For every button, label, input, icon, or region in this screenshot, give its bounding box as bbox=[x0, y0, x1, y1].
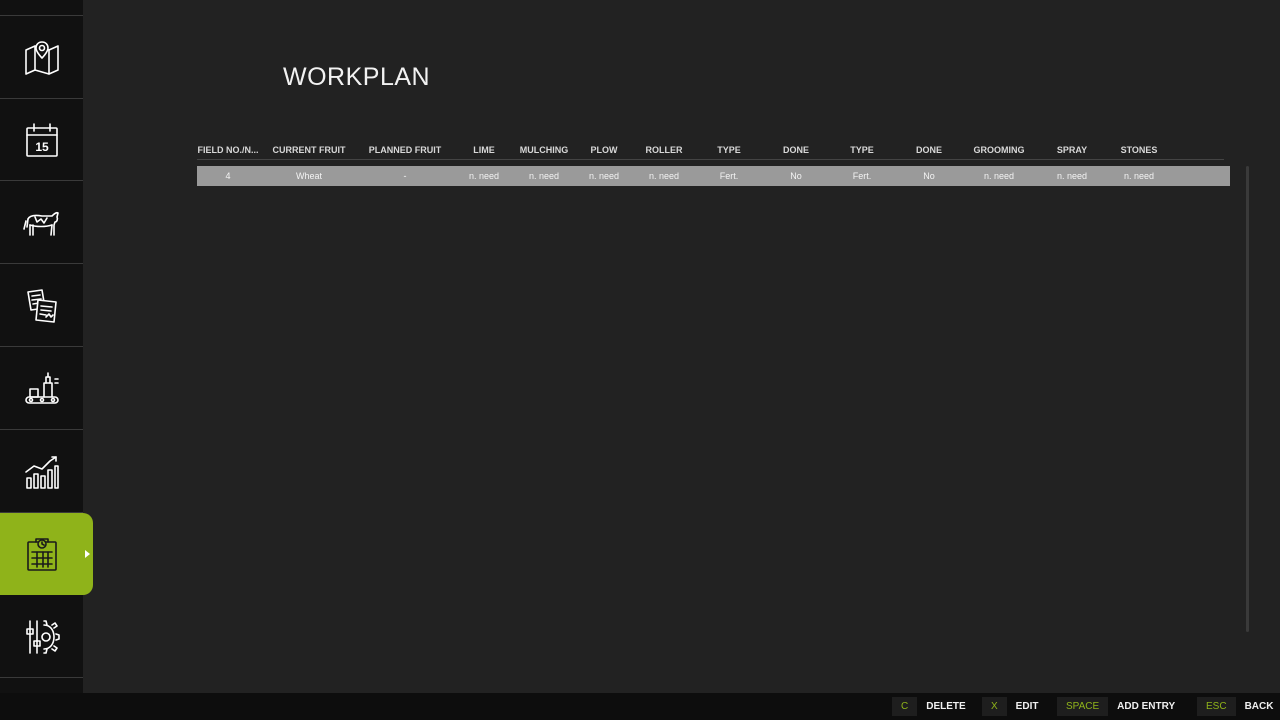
key-c: C bbox=[892, 697, 918, 716]
cell-roller: n. need bbox=[648, 171, 680, 181]
cell-planned-fruit: - bbox=[403, 171, 407, 181]
column-header-plow[interactable]: PLOW bbox=[591, 145, 618, 155]
sidebar-item-map[interactable] bbox=[0, 17, 83, 99]
svg-text:15: 15 bbox=[35, 140, 49, 154]
cell-field: 4 bbox=[225, 171, 231, 181]
column-header-field[interactable]: FIELD NO./N... bbox=[197, 145, 258, 155]
map-icon bbox=[24, 40, 59, 75]
page-title: WORKPLAN bbox=[283, 63, 431, 91]
active-tab-arrow-icon bbox=[85, 550, 90, 558]
edit-button[interactable]: X EDIT bbox=[982, 697, 1038, 716]
workplan-screen: 15 WORKPLAN FIELD NO./N... CURRENT FRUIT… bbox=[0, 0, 1280, 720]
sidebar-item-calendar[interactable]: 15 bbox=[0, 99, 83, 181]
sidebar-item-animals[interactable] bbox=[0, 182, 83, 264]
statistics-icon bbox=[24, 455, 59, 489]
sidebar-item-settings[interactable] bbox=[0, 596, 83, 678]
key-esc: ESC bbox=[1197, 697, 1236, 716]
delete-label: DELETE bbox=[926, 701, 966, 712]
column-header-lime[interactable]: LIME bbox=[473, 145, 495, 155]
sidebar-item-workplan[interactable] bbox=[0, 513, 83, 595]
back-label: BACK bbox=[1244, 701, 1274, 712]
sidebar-item-production[interactable] bbox=[0, 348, 83, 430]
column-header-current-fruit[interactable]: CURRENT FRUIT bbox=[273, 145, 346, 155]
cell-type-1: Fert. bbox=[719, 171, 739, 181]
cell-stones: n. need bbox=[1123, 171, 1155, 181]
add-entry-button[interactable]: SPACE ADD ENTRY bbox=[1057, 697, 1175, 716]
cow-icon bbox=[22, 211, 59, 236]
column-header-spray[interactable]: SPRAY bbox=[1057, 145, 1087, 155]
back-button[interactable]: ESC BACK bbox=[1197, 697, 1273, 716]
production-icon bbox=[24, 371, 59, 404]
add-entry-label: ADD ENTRY bbox=[1117, 701, 1176, 712]
input-hint-bar: C DELETE X EDIT SPACE ADD ENTRY ESC BACK bbox=[0, 693, 1280, 720]
column-header-planned-fruit[interactable]: PLANNED FRUIT bbox=[369, 145, 442, 155]
cell-plow: n. need bbox=[588, 171, 620, 181]
settings-icon bbox=[25, 619, 60, 654]
column-header-grooming[interactable]: GROOMING bbox=[974, 145, 1025, 155]
delete-button[interactable]: C DELETE bbox=[892, 697, 966, 716]
cell-current-fruit: Wheat bbox=[295, 171, 323, 181]
key-space: SPACE bbox=[1057, 697, 1109, 716]
sidebar-top-spacer bbox=[0, 0, 83, 16]
sidebar-item-statistics[interactable] bbox=[0, 431, 83, 513]
contracts-icon bbox=[26, 288, 57, 323]
workplan-icon bbox=[26, 538, 57, 571]
key-x: X bbox=[982, 697, 1007, 716]
column-header-type-2[interactable]: TYPE bbox=[850, 145, 874, 155]
cell-lime: n. need bbox=[468, 171, 500, 181]
column-header-mulching[interactable]: MULCHING bbox=[520, 145, 569, 155]
column-header-done-1[interactable]: DONE bbox=[783, 145, 809, 155]
column-header-roller[interactable]: ROLLER bbox=[646, 145, 683, 155]
table-row[interactable]: 4 Wheat - n. need n. need n. need n. nee… bbox=[197, 166, 1230, 186]
cell-grooming: n. need bbox=[983, 171, 1015, 181]
cell-spray: n. need bbox=[1056, 171, 1088, 181]
table-header: FIELD NO./N... CURRENT FRUIT PLANNED FRU… bbox=[197, 140, 1224, 160]
edit-label: EDIT bbox=[1015, 701, 1039, 712]
table-scrollbar[interactable] bbox=[1246, 166, 1249, 632]
workplan-table: FIELD NO./N... CURRENT FRUIT PLANNED FRU… bbox=[197, 140, 1230, 186]
cell-done-2: No bbox=[923, 171, 935, 181]
cell-mulching: n. need bbox=[528, 171, 560, 181]
column-header-done-2[interactable]: DONE bbox=[916, 145, 942, 155]
column-header-stones[interactable]: STONES bbox=[1121, 145, 1158, 155]
calendar-icon: 15 bbox=[25, 122, 58, 157]
cell-done-1: No bbox=[790, 171, 802, 181]
cell-type-2: Fert. bbox=[852, 171, 872, 181]
sidebar-item-contracts[interactable] bbox=[0, 265, 83, 347]
sidebar: 15 bbox=[0, 0, 83, 693]
column-header-type-1[interactable]: TYPE bbox=[717, 145, 741, 155]
active-tab-indicator bbox=[83, 513, 93, 595]
